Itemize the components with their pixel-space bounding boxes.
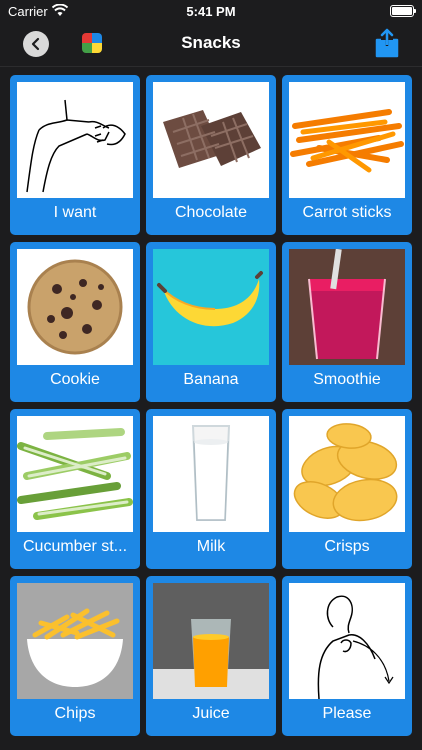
- status-time: 5:41 PM: [186, 4, 236, 19]
- tile-label: Crisps: [324, 538, 370, 555]
- tile-label: Banana: [183, 371, 239, 388]
- cookie-icon: [17, 249, 133, 365]
- tile-banana[interactable]: Banana: [146, 242, 276, 402]
- tile-label: Chips: [54, 705, 96, 722]
- juice-icon: [153, 583, 269, 699]
- tile-label: Smoothie: [313, 371, 381, 388]
- tile-i-want[interactable]: I want: [10, 75, 140, 235]
- tile-cookie[interactable]: Cookie: [10, 242, 140, 402]
- tile-please[interactable]: Please: [282, 576, 412, 736]
- share-icon[interactable]: [374, 28, 400, 58]
- tile-label: I want: [53, 204, 97, 221]
- cucumber-sticks-icon: [17, 416, 133, 532]
- smoothie-icon: [289, 249, 405, 365]
- tile-label: Cucumber st...: [22, 538, 128, 555]
- carrot-sticks-icon: [289, 82, 405, 198]
- nav-divider: [0, 66, 422, 67]
- chips-icon: [17, 583, 133, 699]
- status-bar: Carrier 5:41 PM: [0, 0, 422, 24]
- chocolate-icon: [153, 82, 269, 198]
- please-sign-icon: [289, 583, 405, 699]
- tile-crisps[interactable]: Crisps: [282, 409, 412, 569]
- tile-label: Milk: [196, 538, 226, 555]
- tile-smoothie[interactable]: Smoothie: [282, 242, 412, 402]
- battery-icon: [390, 5, 416, 17]
- tile-label: Carrot sticks: [302, 204, 392, 221]
- navigation-bar: Snacks: [0, 26, 422, 62]
- tile-label: Chocolate: [174, 204, 248, 221]
- milk-icon: [153, 416, 269, 532]
- tile-label: Juice: [192, 705, 230, 722]
- tile-chips[interactable]: Chips: [10, 576, 140, 736]
- tile-cucumber-sticks[interactable]: Cucumber st...: [10, 409, 140, 569]
- tile-juice[interactable]: Juice: [146, 576, 276, 736]
- crisps-icon: [289, 416, 405, 532]
- tile-label: Cookie: [50, 371, 100, 388]
- page-title: Snacks: [181, 33, 241, 52]
- i-want-sign-icon: [17, 82, 133, 198]
- tile-chocolate[interactable]: Chocolate: [146, 75, 276, 235]
- tile-carrot-sticks[interactable]: Carrot sticks: [282, 75, 412, 235]
- tile-milk[interactable]: Milk: [146, 409, 276, 569]
- banana-icon: [153, 249, 269, 365]
- tile-label: Please: [322, 705, 372, 722]
